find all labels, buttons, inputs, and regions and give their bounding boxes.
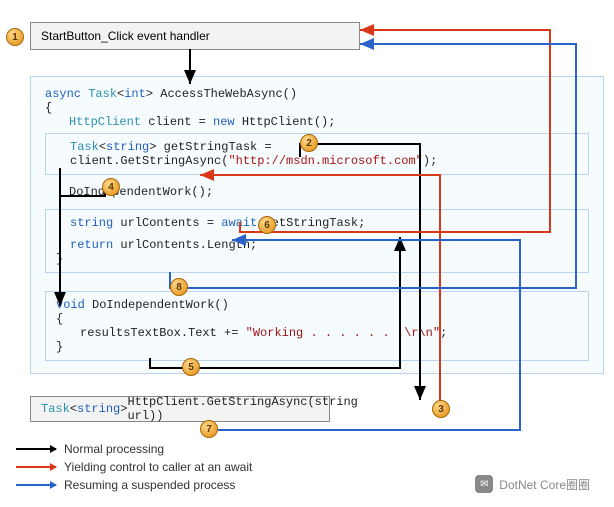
step-1: 1	[6, 28, 24, 46]
brace: {	[45, 101, 589, 115]
arrow-icon	[16, 448, 56, 450]
step-4: 4	[102, 178, 120, 196]
arrow-icon	[16, 466, 56, 468]
code-box: async Task<int> AccessTheWebAsync() { Ht…	[30, 76, 604, 374]
legend: Normal processing Yielding control to ca…	[16, 440, 252, 494]
step-8: 8	[170, 278, 188, 296]
line-httpclient: HttpClient client = new HttpClient();	[45, 115, 589, 129]
doindependentwork-def: void DoIndependentWork() { resultsTextBo…	[45, 291, 589, 361]
step-7: 7	[200, 420, 218, 438]
step-2: 2	[300, 134, 318, 152]
step-3: 3	[432, 400, 450, 418]
legend-normal: Normal processing	[64, 442, 164, 456]
legend-resuming: Resuming a suspended process	[64, 478, 235, 492]
getstringasync-box: Task<string> HttpClient.GetStringAsync(s…	[30, 396, 330, 422]
line-await: string urlContents = await getStringTask…	[56, 216, 578, 230]
method-signature: async Task<int> AccessTheWebAsync()	[45, 87, 589, 101]
footer-text: DotNet Core圈圈	[499, 476, 590, 493]
footer: ✉ DotNet Core圈圈	[475, 475, 590, 493]
line-return: return urlContents.Length;	[56, 238, 578, 252]
await-return-section: string urlContents = await getStringTask…	[45, 209, 589, 273]
line-doindependent-call: DoIndependentWork();	[45, 179, 589, 199]
step-5: 5	[182, 358, 200, 376]
header-title: StartButton_Click event handler	[41, 29, 210, 43]
legend-yielding: Yielding control to caller at an await	[64, 460, 252, 474]
step-6: 6	[258, 216, 276, 234]
arrow-icon	[16, 484, 56, 486]
header-box: StartButton_Click event handler	[30, 22, 360, 50]
wechat-icon: ✉	[475, 475, 493, 493]
